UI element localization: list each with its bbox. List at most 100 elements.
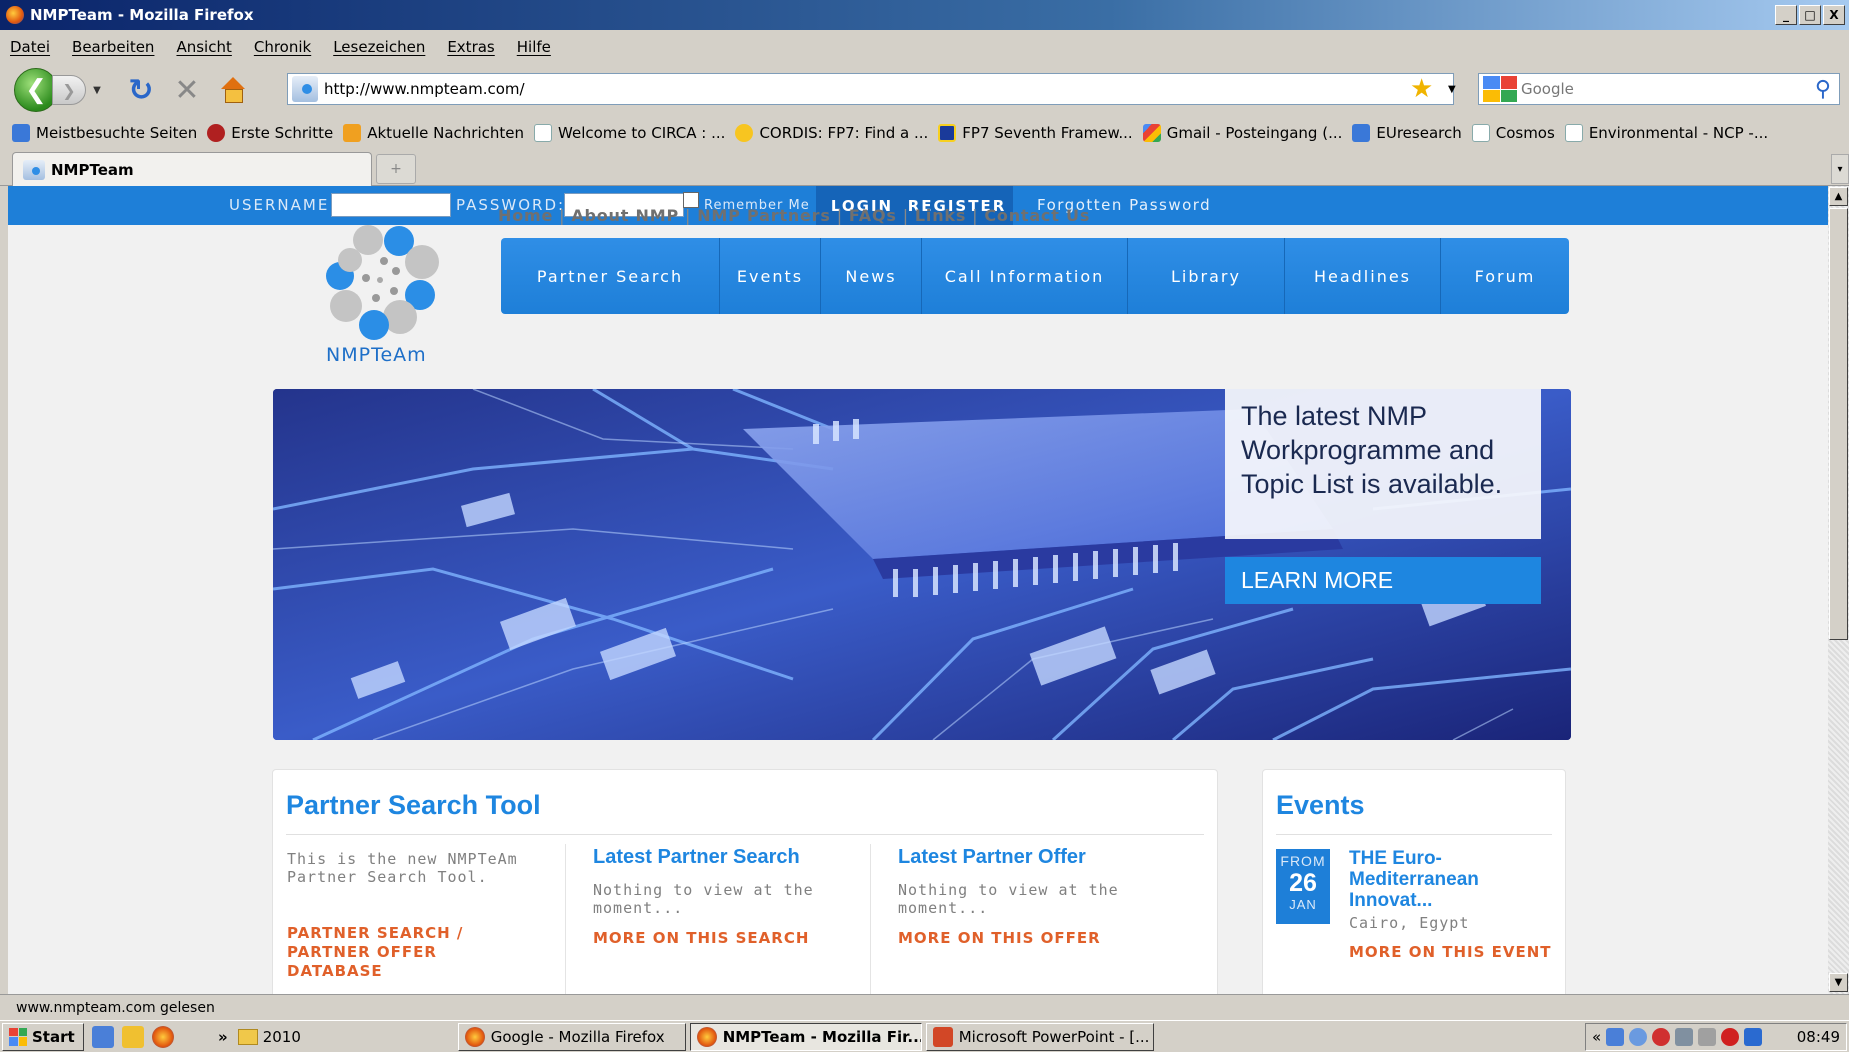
scroll-down-icon[interactable]: ▼ — [1829, 973, 1848, 992]
window-controls: _ □ X — [1775, 5, 1845, 25]
tray-alert-icon[interactable] — [1721, 1028, 1740, 1046]
tray-expand-icon[interactable]: « — [1592, 1028, 1601, 1046]
divider — [286, 834, 1204, 835]
tray-monitor-icon[interactable] — [1744, 1028, 1763, 1046]
scrollbar-thumb[interactable] — [1829, 208, 1848, 640]
menu-lesezeichen[interactable]: Lesezeichen — [333, 38, 425, 56]
more-on-this-offer-link[interactable]: MORE ON THIS OFFER — [898, 929, 1158, 948]
bookmark-item[interactable]: Cosmos — [1471, 124, 1555, 142]
menu-hilfe[interactable]: Hilfe — [517, 38, 551, 56]
menu-bearbeiten[interactable]: Bearbeiten — [72, 38, 154, 56]
event-month: JAN — [1289, 897, 1317, 912]
more-on-this-event-link[interactable]: MORE ON THIS EVENT — [1349, 943, 1552, 961]
link-links[interactable]: Links — [915, 206, 966, 225]
menu-chronik[interactable]: Chronik — [254, 38, 311, 56]
tab-list-icon[interactable]: ▾ — [1831, 154, 1849, 184]
tab-nmpteam[interactable]: NMPTeam — [12, 152, 372, 186]
quicklaunch-overflow-icon[interactable]: » — [218, 1028, 228, 1046]
stop-icon[interactable]: ✕ — [170, 73, 204, 108]
divider — [1276, 834, 1552, 835]
logo-graphic — [326, 225, 439, 340]
link-home[interactable]: Home — [498, 206, 553, 225]
bookmark-item[interactable]: EUresearch — [1352, 124, 1462, 142]
event-from-label: FROM — [1280, 853, 1326, 869]
link-about-nmp[interactable]: About NMP — [571, 206, 679, 225]
new-tab-button[interactable]: + — [376, 154, 416, 184]
latest-offer-title[interactable]: Latest Partner Offer — [898, 846, 1158, 869]
minimize-button[interactable]: _ — [1775, 5, 1797, 25]
main-navigation: Partner Search Events News Call Informat… — [501, 238, 1569, 314]
bookmark-icon — [207, 124, 226, 142]
username-input[interactable] — [331, 193, 451, 217]
bookmark-star-icon[interactable]: ★ — [1410, 74, 1433, 104]
banner-text: The latest NMP Workprogramme and Topic L… — [1225, 389, 1541, 539]
nav-call-information[interactable]: Call Information — [922, 238, 1128, 314]
history-dropdown-icon[interactable]: ▼ — [88, 85, 106, 96]
firefox-quicklaunch-icon[interactable] — [152, 1025, 174, 1048]
bookmark-item[interactable]: Welcome to CIRCA : ... — [534, 124, 725, 142]
bookmark-item[interactable]: Erste Schritte — [207, 124, 333, 142]
learn-more-button[interactable]: LEARN MORE — [1225, 557, 1541, 604]
window-title: NMPTeam - Mozilla Firefox — [30, 6, 254, 24]
link-nmp-partners[interactable]: NMP Partners — [697, 206, 831, 225]
nav-news[interactable]: News — [821, 238, 922, 314]
start-button[interactable]: Start — [2, 1022, 84, 1051]
windows-logo-icon — [9, 1027, 27, 1046]
home-icon[interactable] — [218, 75, 248, 105]
tray-app-icon[interactable] — [1629, 1028, 1648, 1046]
maximize-button[interactable]: □ — [1799, 5, 1821, 25]
vertical-scrollbar[interactable]: ▲ ▼ — [1828, 186, 1849, 994]
username-label: USERNAME: — [229, 196, 337, 214]
scroll-up-icon[interactable]: ▲ — [1829, 187, 1848, 206]
menu-bar: Datei Bearbeiten Ansicht Chronik Lesezei… — [0, 30, 1849, 64]
nav-headlines[interactable]: Headlines — [1285, 238, 1441, 314]
event-title-link[interactable]: THE Euro-Mediterranean Innovat... — [1349, 848, 1559, 911]
link-separator: | — [836, 206, 843, 225]
nav-partner-search[interactable]: Partner Search — [501, 238, 720, 314]
url-dropdown-icon[interactable]: ▼ — [1448, 84, 1456, 95]
tab-favicon-icon — [23, 159, 45, 180]
close-button[interactable]: X — [1823, 5, 1845, 25]
bookmark-item[interactable]: FP7 Seventh Framew... — [938, 124, 1133, 142]
show-desktop-icon[interactable] — [92, 1025, 114, 1048]
bookmark-item[interactable]: CORDIS: FP7: Find a ... — [735, 124, 928, 142]
bookmark-item[interactable]: Meistbesuchte Seiten — [12, 124, 197, 142]
bookmark-icon — [343, 124, 362, 142]
google-icon[interactable] — [1483, 76, 1517, 102]
bookmark-icon — [735, 124, 754, 142]
menu-extras[interactable]: Extras — [447, 38, 494, 56]
window-titlebar: NMPTeam - Mozilla Firefox _ □ X — [0, 0, 1849, 30]
connection-icon[interactable] — [1675, 1028, 1694, 1046]
bookmark-item[interactable]: Gmail - Posteingang (... — [1142, 124, 1342, 142]
bookmark-item[interactable]: Aktuelle Nachrichten — [343, 124, 524, 142]
menu-ansicht[interactable]: Ansicht — [176, 38, 231, 56]
menu-datei[interactable]: Datei — [10, 38, 50, 56]
latest-partner-offer: Latest Partner Offer Nothing to view at … — [898, 846, 1158, 948]
link-faqs[interactable]: FAQs — [849, 206, 897, 225]
nmpteam-logo[interactable]: NMPTeAm — [314, 216, 454, 371]
bookmark-label: Environmental - NCP -... — [1588, 124, 1769, 142]
antivirus-icon[interactable] — [1652, 1028, 1671, 1046]
bookmark-item[interactable]: Environmental - NCP -... — [1564, 124, 1769, 142]
nav-events[interactable]: Events — [720, 238, 821, 314]
taskbar-item-label: Microsoft PowerPoint - [... — [958, 1027, 1150, 1046]
quicklaunch-app-icon[interactable] — [122, 1025, 144, 1048]
nav-forum[interactable]: Forum — [1441, 238, 1569, 314]
search-icon[interactable]: ⚲ — [1815, 77, 1831, 102]
link-contact-us[interactable]: Contact Us — [984, 206, 1090, 225]
partner-database-link[interactable]: PARTNER SEARCH / PARTNER OFFER DATABASE — [287, 924, 537, 981]
taskbar-nmpteam-firefox[interactable]: NMPTeam - Mozilla Fir... — [689, 1022, 922, 1051]
more-on-this-search-link[interactable]: MORE ON THIS SEARCH — [593, 929, 853, 948]
tray-tool-icon[interactable] — [1698, 1028, 1717, 1046]
taskbar-powerpoint[interactable]: Microsoft PowerPoint - [... — [925, 1022, 1154, 1051]
network-icon[interactable] — [1606, 1028, 1625, 1046]
forward-button[interactable]: ❯ — [52, 75, 86, 105]
intro-text: This is the new NMPTeAm Partner Search T… — [287, 850, 518, 886]
nav-library[interactable]: Library — [1128, 238, 1285, 314]
taskbar-google-firefox[interactable]: Google - Mozilla Firefox — [457, 1022, 686, 1051]
address-bar[interactable]: http://www.nmpteam.com/ — [287, 73, 1454, 105]
folder-2010[interactable]: 2010 — [237, 1028, 448, 1046]
search-box[interactable]: Google ⚲ — [1478, 73, 1840, 105]
latest-search-title[interactable]: Latest Partner Search — [593, 846, 853, 869]
reload-icon[interactable]: ↻ — [124, 73, 158, 108]
